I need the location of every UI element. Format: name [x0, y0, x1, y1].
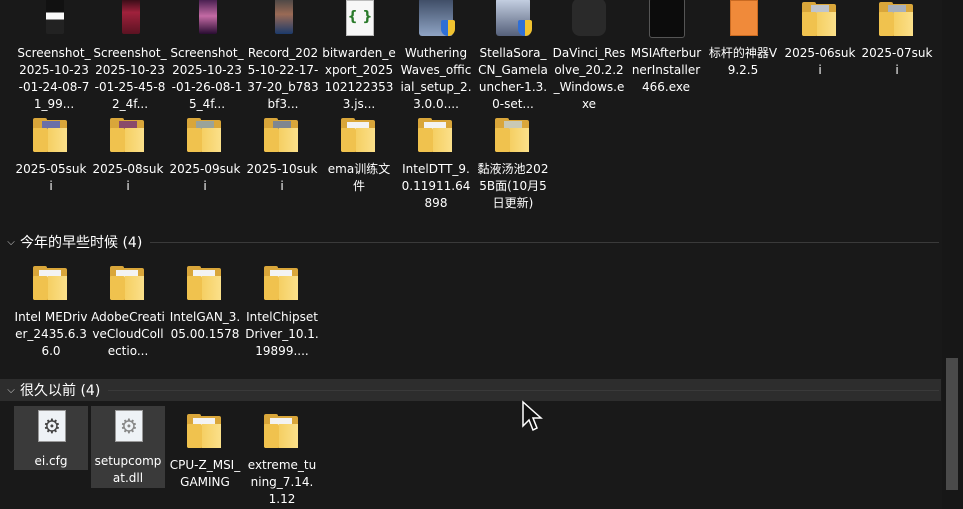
folder-item[interactable]: 2025-09suki: [168, 114, 242, 195]
file-item[interactable]: ⚙ ei.cfg: [14, 406, 88, 470]
folder-name: CPU-Z_MSI_GAMING: [169, 458, 241, 489]
group-title: 很久以前 (4): [20, 383, 101, 399]
folder-item[interactable]: 2025-05suki: [14, 114, 88, 195]
folder-icon: [110, 266, 144, 300]
file-name: ei.cfg: [34, 454, 68, 468]
folder-icon: [33, 118, 67, 152]
folder-icon: [264, 414, 298, 448]
file-item[interactable]: Screenshot_2025-10-23-01-25-45-82_4f...: [93, 0, 167, 113]
folder-item[interactable]: IntelDTT_9.0.11911.64898: [399, 114, 473, 212]
folder-name: 2025-06suki: [784, 46, 856, 77]
file-item[interactable]: { } bitwarden_export_20251021223533.js..…: [322, 0, 396, 113]
folder-name: 2025-05suki: [15, 162, 87, 193]
folder-item[interactable]: 2025-06suki: [783, 0, 857, 79]
folder-item[interactable]: IntelChipsetDriver_10.1.19899....: [245, 262, 319, 360]
folder-item[interactable]: extreme_tuning_7.14.1.12: [245, 410, 319, 508]
folder-item[interactable]: IntelGAN_3.05.00.1578: [168, 262, 242, 343]
installer-icon: [496, 0, 532, 36]
folder-name: 2025-08suki: [92, 162, 164, 193]
folder-item[interactable]: ema训练文件: [322, 114, 396, 195]
file-item[interactable]: ⚙ setupcompat.dll: [91, 406, 165, 488]
file-name: 标杆的神器V9.2.5: [708, 46, 778, 77]
vertical-scrollbar[interactable]: [942, 0, 963, 509]
screenshot-thumbnail: [122, 0, 140, 34]
folder-name: 2025-09suki: [169, 162, 241, 193]
dll-file-icon: ⚙: [115, 410, 143, 442]
folder-item[interactable]: CPU-Z_MSI_GAMING: [168, 410, 242, 491]
chevron-down-icon: ⌵: [7, 384, 15, 396]
folder-item[interactable]: 2025-07suki: [860, 0, 934, 79]
folder-icon: [495, 118, 529, 152]
folder-name: IntelDTT_9.0.11911.64898: [401, 162, 471, 210]
file-item[interactable]: WutheringWaves_official_setup_2.3.0.0...…: [399, 0, 473, 113]
msi-afterburner-icon: [649, 0, 685, 38]
file-name: MSIAfterburnerInstaller466.exe: [630, 46, 702, 94]
chevron-down-icon: ⌵: [7, 236, 15, 248]
file-name: DaVinci_Resolve_20.2.2_Windows.exe: [552, 46, 626, 111]
folder-name: 2025-07suki: [861, 46, 933, 77]
folder-item[interactable]: Intel MEDriver_2435.6.36.0: [14, 262, 88, 360]
mouse-pointer-icon: [522, 400, 543, 432]
video-thumbnail: [275, 0, 293, 34]
folder-name: 2025-10suki: [246, 162, 318, 193]
archive-icon: [730, 0, 758, 36]
divider: [108, 389, 939, 391]
file-name: WutheringWaves_official_setup_2.3.0.0...…: [400, 46, 472, 111]
folder-icon: [264, 118, 298, 152]
file-item[interactable]: Record_2025-10-22-17-37-20_b783bf3...: [246, 0, 320, 113]
folder-icon: [341, 118, 375, 152]
folder-name: ema训练文件: [327, 162, 391, 193]
group-title: 今年的早些时候 (4): [20, 235, 143, 251]
folder-icon: [33, 266, 67, 300]
file-name: Screenshot_2025-10-23-01-26-08-15_4f...: [170, 46, 244, 111]
file-item[interactable]: 标杆的神器V9.2.5: [706, 0, 780, 79]
folder-name: extreme_tuning_7.14.1.12: [247, 458, 317, 506]
installer-icon: [419, 0, 455, 36]
folder-name: IntelGAN_3.05.00.1578: [169, 310, 241, 341]
folder-name: AdobeCreativeCloudCollectio...: [91, 310, 165, 358]
file-name: Screenshot_2025-10-23-01-25-45-82_4f...: [93, 46, 167, 111]
file-name: setupcompat.dll: [94, 454, 162, 485]
folder-item[interactable]: 黏液汤池2025B面(10月5日更新): [476, 114, 550, 212]
divider: [150, 241, 939, 243]
folder-name: IntelChipsetDriver_10.1.19899....: [245, 310, 319, 358]
scrollbar-thumb[interactable]: [946, 358, 958, 490]
folder-icon: [802, 2, 836, 36]
group-header-earlier-this-year[interactable]: ⌵ 今年的早些时候 (4): [0, 231, 941, 253]
folder-icon: [879, 2, 913, 36]
json-file-icon: { }: [346, 0, 374, 36]
folder-name: Intel MEDriver_2435.6.36.0: [14, 310, 88, 358]
folder-icon: [264, 266, 298, 300]
folder-icon: [110, 118, 144, 152]
folder-item[interactable]: 2025-10suki: [245, 114, 319, 195]
file-name: bitwarden_export_20251021223533.js...: [322, 46, 396, 111]
folder-icon: [187, 118, 221, 152]
folder-icon: [418, 118, 452, 152]
file-item[interactable]: DaVinci_Resolve_20.2.2_Windows.exe: [552, 0, 626, 113]
screenshot-thumbnail: [199, 0, 217, 34]
file-name: Screenshot_2025-10-23-01-24-08-71_99...: [17, 46, 91, 111]
folder-name: 黏液汤池2025B面(10月5日更新): [477, 162, 549, 210]
screenshot-thumbnail: [46, 0, 64, 34]
file-item[interactable]: MSIAfterburnerInstaller466.exe: [629, 0, 703, 96]
davinci-resolve-icon: [572, 0, 606, 36]
file-name: StellaSora_CN_Gamelauncher-1.3.0-set...: [478, 46, 548, 111]
group-header-long-ago[interactable]: ⌵ 很久以前 (4): [0, 379, 941, 401]
folder-item[interactable]: 2025-08suki: [91, 114, 165, 195]
folder-icon: [187, 414, 221, 448]
config-file-icon: ⚙: [38, 410, 66, 442]
file-item[interactable]: Screenshot_2025-10-23-01-26-08-15_4f...: [170, 0, 244, 113]
folder-icon: [187, 266, 221, 300]
file-item[interactable]: Screenshot_2025-10-23-01-24-08-71_99...: [17, 0, 91, 113]
file-name: Record_2025-10-22-17-37-20_b783bf3...: [247, 46, 319, 111]
folder-item[interactable]: AdobeCreativeCloudCollectio...: [91, 262, 165, 360]
file-item[interactable]: StellaSora_CN_Gamelauncher-1.3.0-set...: [476, 0, 550, 113]
